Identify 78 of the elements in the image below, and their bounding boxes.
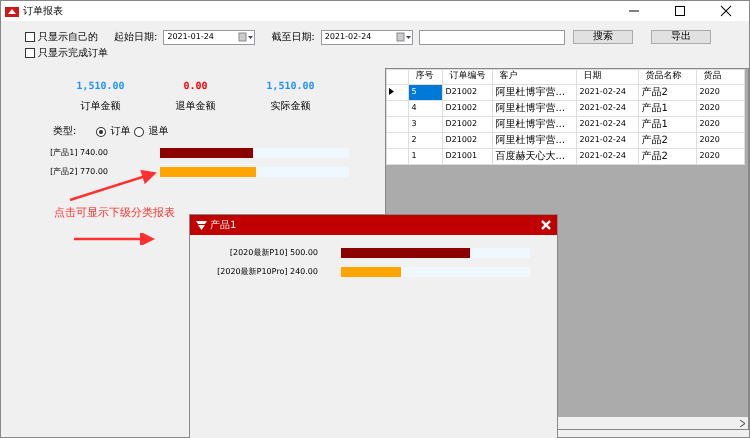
table-cell: 产品2	[638, 148, 697, 164]
checkbox[interactable]	[25, 48, 35, 58]
chart-icon	[196, 220, 207, 230]
table-cell: 2021-02-24	[576, 84, 639, 100]
search-field[interactable]	[418, 30, 565, 44]
date-label: 起始日期:	[114, 30, 158, 44]
checkbox-label: 只显示完成订单	[38, 46, 108, 60]
table-cell: 产品2	[638, 84, 697, 100]
toolbar-button[interactable]: 搜索	[572, 30, 633, 44]
table-cell: 3	[408, 116, 443, 132]
bar-track[interactable]	[341, 266, 530, 276]
bar-track[interactable]	[341, 248, 530, 258]
row-header[interactable]	[386, 84, 409, 100]
calendar-dropdown-icon	[238, 32, 254, 42]
table-cell: D21002	[442, 100, 493, 116]
summary-label: 订单金额	[80, 100, 122, 114]
summary-value: 0.00	[182, 80, 209, 94]
table-cell: 2020	[696, 84, 745, 100]
column-header[interactable]: 订单编号	[442, 70, 493, 84]
end-date-field[interactable]: 2021-02-24	[320, 30, 413, 44]
table-cell: 阿里杜博宇营...	[492, 116, 577, 132]
radio-button[interactable]	[96, 126, 106, 136]
radio-label: 订单	[110, 124, 130, 139]
start-date-field[interactable]: 2021-01-24	[163, 30, 256, 44]
table-cell: 2021-02-24	[576, 148, 639, 164]
table-cell: 2021-02-24	[576, 132, 639, 148]
bar-track[interactable]	[160, 148, 349, 158]
bar-label: [2020最新P10] 500.00	[228, 246, 319, 258]
table-cell: 2021-02-24	[576, 100, 639, 116]
table-cell: 产品1	[638, 116, 697, 132]
table-cell: 百度赫天心大...	[492, 148, 577, 164]
window-title: 订单报表	[23, 4, 63, 18]
bar-label: [产品1] 740.00	[49, 146, 109, 158]
table-cell: 产品2	[638, 132, 697, 148]
table-cell: D21001	[442, 148, 493, 164]
table-cell: D21002	[442, 132, 493, 148]
column-header[interactable]: 货品	[696, 70, 745, 84]
popup-title: 产品1	[210, 218, 236, 232]
summary-value: 1,510.00	[75, 80, 126, 94]
column-header[interactable]: 客户	[492, 70, 577, 84]
date-label: 截至日期:	[271, 30, 315, 44]
checkbox[interactable]	[25, 32, 35, 42]
table-cell: 2020	[696, 100, 745, 116]
table-cell: D21002	[442, 116, 493, 132]
column-header[interactable]: 货品名称	[638, 70, 697, 84]
row-header-corner	[386, 70, 409, 84]
summary-label: 实际金额	[270, 100, 312, 114]
table-cell: 阿里杜博宇营...	[492, 84, 577, 100]
app-icon	[5, 5, 19, 17]
bar-label: [2020最新P10Pro] 240.00	[216, 266, 319, 278]
table-cell: 产品1	[638, 100, 697, 116]
table-cell: 1	[408, 148, 443, 164]
table-cell: D21002	[442, 84, 493, 100]
column-header[interactable]: 日期	[576, 70, 639, 84]
annotation-text: 点击可显示下级分类报表	[54, 205, 175, 221]
radio-button[interactable]	[134, 126, 144, 136]
table-cell: 4	[408, 100, 443, 116]
summary-label: 退单金额	[174, 100, 216, 114]
table-cell: 阿里杜博宇营...	[492, 132, 577, 148]
current-row-icon	[389, 88, 394, 96]
toolbar-button[interactable]: 导出	[650, 30, 711, 44]
bar-track[interactable]	[160, 166, 349, 176]
radio-label: 退单	[148, 124, 168, 139]
table-cell: 5	[408, 84, 443, 100]
table-cell: 2	[408, 132, 443, 148]
close-icon[interactable]	[541, 220, 551, 230]
table-cell: 2021-02-24	[576, 116, 639, 132]
table-cell: 2020	[696, 148, 745, 164]
table-cell: 2020	[696, 116, 745, 132]
summary-value: 1,510.00	[265, 80, 316, 94]
column-header[interactable]: 序号	[408, 70, 443, 84]
checkbox-label: 只显示自己的	[38, 30, 98, 44]
table-cell: 阿里杜博宇营...	[492, 100, 577, 116]
bar-label: [产品2] 770.00	[49, 166, 109, 178]
calendar-dropdown-icon	[396, 32, 412, 42]
scroll-right-icon[interactable]	[740, 420, 745, 426]
type-label: 类型:	[53, 124, 76, 139]
table-cell: 2020	[696, 132, 745, 148]
